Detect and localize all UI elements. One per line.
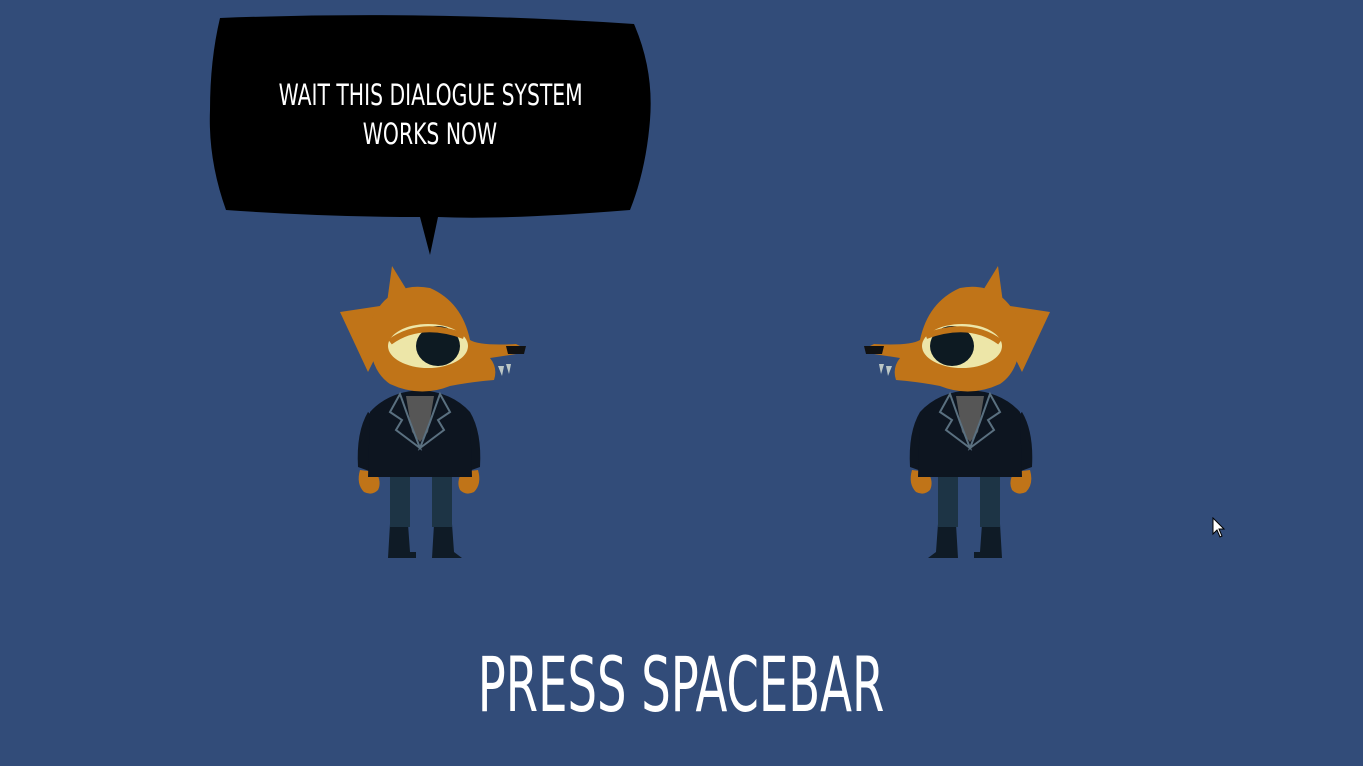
press-spacebar-prompt: PRESS SPACEBAR — [477, 640, 885, 729]
dialogue-text: WAIT THIS DIALOGUE SYSTEM WORKS NOW — [278, 76, 583, 154]
speech-bubble: WAIT THIS DIALOGUE SYSTEM WORKS NOW — [206, 10, 654, 260]
arrow-pointer-icon — [1212, 516, 1226, 539]
fox-character-left — [330, 262, 530, 562]
fox-character-right — [860, 262, 1060, 562]
fox-sprite-icon — [864, 266, 1050, 558]
dialogue-line-1: WAIT THIS DIALOGUE SYSTEM — [278, 78, 583, 112]
game-scene[interactable]: WAIT THIS DIALOGUE SYSTEM WORKS NOW PRES… — [0, 0, 1363, 766]
dialogue-line-2: WORKS NOW — [362, 117, 498, 151]
fox-sprite-icon — [340, 266, 526, 558]
